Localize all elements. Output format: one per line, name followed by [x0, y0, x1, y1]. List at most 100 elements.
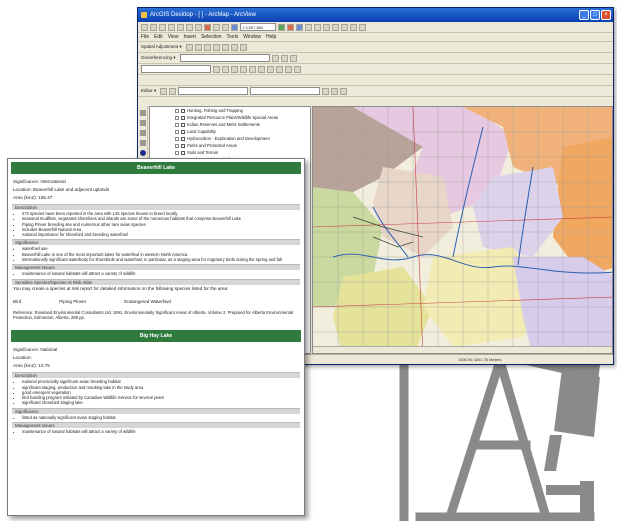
adjust-tool-5-icon[interactable] — [221, 43, 229, 51]
tool-2-icon[interactable] — [323, 23, 330, 31]
coordinate-readout: 1000.56 4201.76 Meters — [458, 357, 502, 362]
layer-checkbox[interactable] — [181, 136, 185, 141]
layer-checkbox[interactable] — [181, 129, 185, 134]
site-1-reference: Reference: Roseland Environmental Consul… — [13, 309, 294, 320]
layer-checkbox[interactable] — [181, 143, 185, 148]
globe-icon[interactable] — [140, 150, 146, 156]
draw-tool-1-icon[interactable] — [213, 65, 220, 73]
whats-this-icon[interactable] — [305, 23, 312, 31]
layer-checkbox[interactable] — [181, 150, 185, 155]
expand-icon[interactable] — [175, 150, 179, 155]
species-name[interactable]: Piping Plover — [59, 298, 86, 306]
editor-menu[interactable]: Editor ▾ — [141, 88, 156, 94]
tool-6-icon[interactable] — [359, 23, 366, 31]
georeferencing-menu[interactable]: Georeferencing ▾ — [141, 55, 176, 61]
copy-icon[interactable] — [186, 23, 193, 31]
save-icon[interactable] — [159, 23, 166, 31]
tool-4-icon[interactable] — [341, 23, 348, 31]
cut-icon[interactable] — [177, 23, 184, 31]
edit-tool-3-icon[interactable] — [331, 87, 339, 95]
expand-icon[interactable] — [175, 122, 179, 127]
georef-tool-3-icon[interactable] — [289, 54, 297, 62]
draw-tool-10-icon[interactable] — [294, 65, 301, 73]
expand-icon[interactable] — [175, 108, 179, 113]
draw-tool-7-icon[interactable] — [267, 65, 274, 73]
draw-tool-4-icon[interactable] — [240, 65, 247, 73]
editor-toolbar-icon[interactable] — [278, 23, 285, 31]
draw-tool-9-icon[interactable] — [285, 65, 292, 73]
layer-checkbox[interactable] — [181, 122, 185, 127]
draw-tool-3-icon[interactable] — [231, 65, 238, 73]
layer-checkbox[interactable] — [181, 108, 185, 113]
layer-item[interactable]: Parks and Protected Areas — [150, 142, 310, 149]
georef-layer-combo[interactable] — [179, 54, 270, 62]
full-extent-icon[interactable] — [140, 140, 146, 146]
list-item: maintenance of natural habitats will att… — [22, 271, 296, 276]
layer-item[interactable]: Indian Reserves and Metis Settlements — [150, 121, 310, 128]
tool-5-icon[interactable] — [350, 23, 357, 31]
pan-icon[interactable] — [140, 130, 146, 136]
tool-3-icon[interactable] — [332, 23, 339, 31]
site-1-management-list: maintenance of natural habitats will att… — [8, 271, 304, 276]
draw-tool-2-icon[interactable] — [222, 65, 229, 73]
drawing-combo[interactable] — [141, 65, 211, 73]
edit-tool-icon[interactable] — [160, 87, 168, 95]
edit-task-combo[interactable] — [178, 87, 249, 95]
adjust-tool-6-icon[interactable] — [230, 43, 238, 51]
minimize-button[interactable]: _ — [579, 10, 589, 20]
map-scale-combo[interactable]: 1:3,657,884 — [240, 23, 276, 31]
georef-tool-2-icon[interactable] — [280, 54, 288, 62]
edit-tool-4-icon[interactable] — [340, 87, 348, 95]
open-icon[interactable] — [150, 23, 157, 31]
expand-icon[interactable] — [175, 143, 179, 148]
map-display[interactable] — [312, 106, 613, 354]
layer-item[interactable]: Land Capability — [150, 128, 310, 135]
expand-icon[interactable] — [175, 115, 179, 120]
adjust-tool-1-icon[interactable] — [185, 43, 193, 51]
menu-edit[interactable]: Edit — [154, 33, 163, 41]
map-horizontal-scrollbar[interactable] — [313, 346, 612, 353]
layer-checkbox[interactable] — [181, 115, 185, 120]
draw-tool-8-icon[interactable] — [276, 65, 283, 73]
catalog-icon[interactable] — [296, 23, 303, 31]
layer-item[interactable]: Soils and Terrain — [150, 149, 310, 156]
layer-item[interactable]: Hunting, Fishing and Trapping — [150, 107, 310, 114]
map-canvas[interactable] — [313, 107, 613, 354]
zoom-out-icon[interactable] — [140, 120, 146, 126]
maximize-button[interactable]: □ — [590, 10, 600, 20]
title-bar: ArcGIS Desktop - [ ] - ArcMap - ArcView … — [138, 8, 613, 22]
redo-icon[interactable] — [222, 23, 229, 31]
sketch-tool-icon[interactable] — [169, 87, 177, 95]
add-data-icon[interactable] — [231, 23, 238, 31]
close-button[interactable]: × — [601, 10, 611, 20]
expand-icon[interactable] — [175, 129, 179, 134]
paste-icon[interactable] — [195, 23, 202, 31]
menu-file[interactable]: File — [141, 33, 149, 41]
menu-selection[interactable]: Selection — [201, 33, 222, 41]
layer-item[interactable]: Integrated Resource Plans/Wildlife Speci… — [150, 114, 310, 121]
undo-icon[interactable] — [213, 23, 220, 31]
spatial-adjustment-menu[interactable]: Spatial Adjustment ▾ — [141, 44, 182, 50]
menu-window[interactable]: Window — [243, 33, 261, 41]
adjust-tool-3-icon[interactable] — [203, 43, 211, 51]
new-icon[interactable] — [141, 23, 148, 31]
draw-tool-6-icon[interactable] — [258, 65, 265, 73]
menu-insert[interactable]: Insert — [183, 33, 196, 41]
arctoolbox-icon[interactable] — [287, 23, 294, 31]
layer-item[interactable]: Hydrocarbon - Exploration and Developmen… — [150, 135, 310, 142]
georef-tool-1-icon[interactable] — [271, 54, 279, 62]
menu-help[interactable]: Help — [266, 33, 276, 41]
print-icon[interactable] — [168, 23, 175, 31]
edit-target-combo[interactable] — [250, 87, 321, 95]
adjust-tool-7-icon[interactable] — [239, 43, 247, 51]
zoom-in-icon[interactable] — [140, 110, 146, 116]
adjust-tool-2-icon[interactable] — [194, 43, 202, 51]
expand-icon[interactable] — [175, 136, 179, 141]
adjust-tool-4-icon[interactable] — [212, 43, 220, 51]
delete-icon[interactable] — [204, 23, 211, 31]
menu-tools[interactable]: Tools — [227, 33, 239, 41]
edit-tool-2-icon[interactable] — [322, 87, 330, 95]
menu-view[interactable]: View — [168, 33, 179, 41]
tool-1-icon[interactable] — [314, 23, 321, 31]
draw-tool-5-icon[interactable] — [249, 65, 256, 73]
